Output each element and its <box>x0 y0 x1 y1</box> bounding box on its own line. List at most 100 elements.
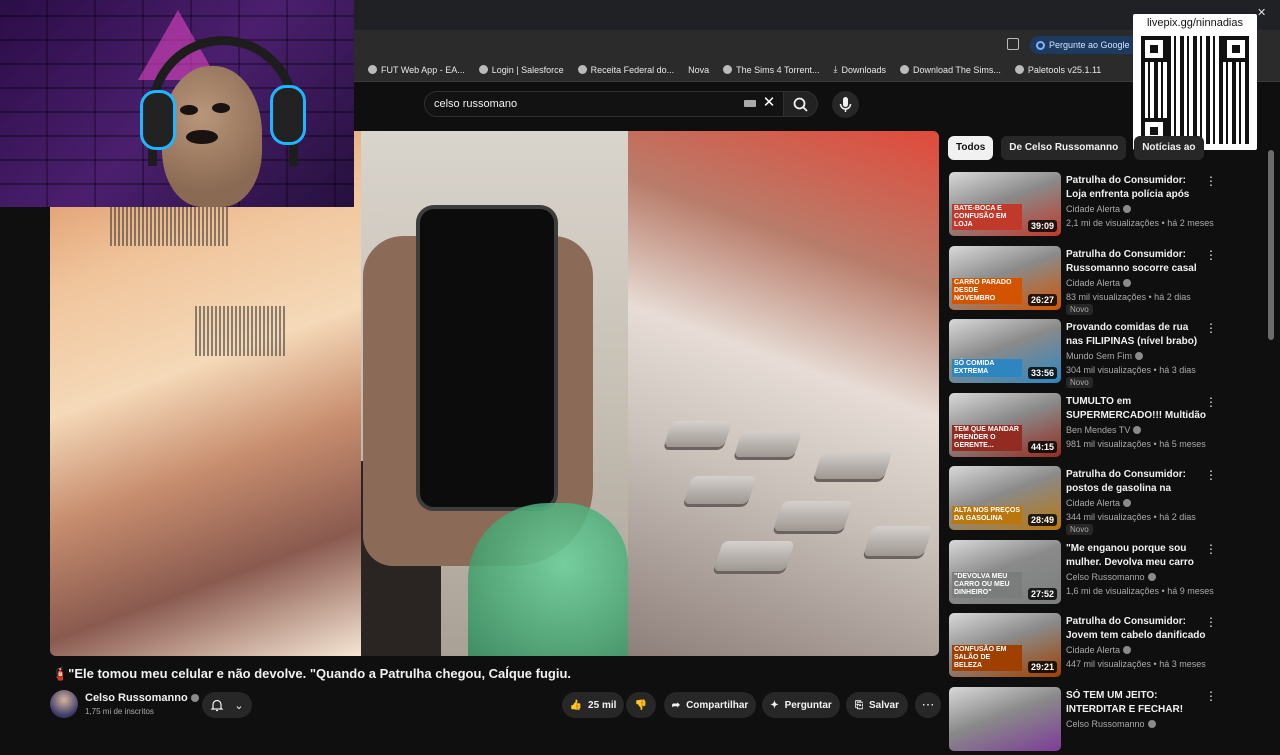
clear-search-icon[interactable]: ✕ <box>762 95 776 111</box>
livepix-url: livepix.gg/ninnadias <box>1146 17 1243 29</box>
recommendation-channel[interactable]: Cidade Alerta <box>1066 645 1132 655</box>
more-vert-icon[interactable]: ⋮ <box>1205 542 1217 556</box>
video-thumbnail[interactable] <box>949 686 1061 751</box>
recommendation-title[interactable]: "Me enganou porque sou mulher. Devolva m… <box>1066 542 1206 570</box>
dislike-button[interactable]: 👎 <box>626 692 656 718</box>
more-options-button[interactable]: ⋯ <box>915 692 941 718</box>
recommendation-item[interactable]: SÓ COMIDA EXTREMA 33:56 Provando comidas… <box>949 319 1269 388</box>
thumbnail-image <box>949 686 1061 751</box>
thumbnail-caption: "DEVOLVA MEU CARRO OU MEU DINHEIRO" <box>952 571 1022 598</box>
verified-icon <box>190 694 199 702</box>
video-thumbnail[interactable]: TEM QUE MANDAR PRENDER O GERENTE... 44:1… <box>949 392 1061 457</box>
qr-finder <box>1223 36 1249 62</box>
bookmark-label: Download The Sims... <box>913 64 1001 75</box>
like-button[interactable]: 👍 25 mil <box>562 692 624 718</box>
more-vert-icon[interactable]: ⋮ <box>1205 321 1217 335</box>
recommendation-item[interactable]: CONFUSÃO EM SALÃO DE BELEZA 29:21 Patrul… <box>949 613 1269 681</box>
recommendation-item[interactable]: "DEVOLVA MEU CARRO OU MEU DINHEIRO" 27:5… <box>949 539 1269 608</box>
recommendation-title[interactable]: Patrulha do Consumidor: Jovem tem cabelo… <box>1066 615 1206 643</box>
recommendation-channel[interactable]: Cidade Alerta <box>1066 498 1132 508</box>
chip-de-celso-russomanno[interactable]: De Celso Russomanno <box>1001 136 1127 160</box>
bookmark-item[interactable]: Paletools v25.1.11 <box>1014 64 1102 75</box>
scrollbar[interactable] <box>1268 150 1274 340</box>
bookmark-label: Receita Federal do... <box>590 64 675 75</box>
extension-icon[interactable] <box>1007 38 1019 50</box>
recommendation-item[interactable]: TEM QUE MANDAR PRENDER O GERENTE... 44:1… <box>949 392 1269 461</box>
download-icon: ⤓ <box>833 64 838 74</box>
verified-icon <box>1123 278 1132 287</box>
more-vert-icon[interactable]: ⋮ <box>1205 468 1217 482</box>
bookmark-icon <box>1014 65 1024 74</box>
bookmark-item[interactable]: Download The Sims... <box>900 65 1001 75</box>
bell-icon <box>210 699 224 712</box>
video-thumbnail[interactable]: BATE-BOCA E CONFUSÃO EM LOJA 39:09 <box>949 172 1061 236</box>
video-duration: 27:52 <box>1027 587 1057 600</box>
video-thumbnail[interactable]: CARRO PARADO DESDE NOVEMBRO 26:27 <box>949 245 1061 310</box>
bookmark-item[interactable]: ⤓ Downloads <box>834 64 887 75</box>
video-thumbnail[interactable]: CONFUSÃO EM SALÃO DE BELEZA 29:21 <box>949 613 1061 677</box>
recommendation-item[interactable]: BATE-BOCA E CONFUSÃO EM LOJA 39:09 Patru… <box>949 172 1269 240</box>
save-button[interactable]: ⎘ Salvar <box>846 692 908 718</box>
recommendation-channel-label: Cidade Alerta <box>1066 498 1121 508</box>
headphone-cup <box>140 90 176 150</box>
recommendation-meta: 981 mil visualizações • há 5 meses <box>1066 438 1206 449</box>
recommendation-channel[interactable]: Celso Russomanno <box>1066 719 1156 729</box>
recommendation-meta: 2,1 mi de visualizações • há 2 meses <box>1066 218 1214 228</box>
microphone-icon <box>839 97 852 112</box>
chip-todos[interactable]: Todos <box>948 136 994 160</box>
video-duration: 29:21 <box>1027 661 1057 673</box>
video-thumbnail[interactable]: SÓ COMIDA EXTREMA 33:56 <box>949 319 1061 383</box>
more-vert-icon[interactable]: ⋮ <box>1205 615 1217 629</box>
search-input[interactable]: celso russomano <box>424 91 784 117</box>
recommendation-item[interactable]: SÓ TEM UM JEITO: INTERDITAR E FECHAR! BL… <box>949 686 1269 755</box>
ask-google-button[interactable]: Pergunte ao Google <box>1030 36 1138 54</box>
keypad-key <box>733 431 803 457</box>
video-duration: 39:09 <box>1027 220 1057 232</box>
channel-name[interactable]: Celso Russomanno <box>85 692 199 704</box>
keyboard-icon[interactable] <box>744 100 756 107</box>
bookmark-item[interactable]: FUT Web App - EA... <box>368 65 465 75</box>
notification-bell-button[interactable]: ⌄ <box>202 692 252 718</box>
bookmark-save-icon: ⎘ <box>854 699 863 711</box>
chevron-down-icon: ⌄ <box>234 699 244 712</box>
recommendation-channel[interactable]: Celso Russomanno <box>1066 572 1156 582</box>
recommendation-title[interactable]: Patrulha do Consumidor: Loja enfrenta po… <box>1066 174 1206 202</box>
bookmark-item[interactable]: Nova <box>688 65 709 75</box>
more-vert-icon[interactable]: ⋮ <box>1205 395 1217 409</box>
recommendation-channel[interactable]: Mundo Sem Fim <box>1066 351 1144 361</box>
recommendation-channel[interactable]: Cidade Alerta <box>1066 278 1132 288</box>
bookmark-icon <box>723 65 733 74</box>
video-title: 🧯"Ele tomou meu celular e não devolve. "… <box>52 666 571 681</box>
more-vert-icon[interactable]: ⋮ <box>1205 689 1217 703</box>
video-player[interactable] <box>50 131 939 656</box>
search-button[interactable] <box>784 91 818 117</box>
verified-icon <box>1123 205 1132 213</box>
sparkle-icon: ✦ <box>770 699 779 711</box>
channel-avatar[interactable] <box>50 690 78 718</box>
video-thumbnail[interactable]: ALTA NOS PREÇOS DA GASOLINA 28:49 <box>949 466 1061 530</box>
recommendation-channel[interactable]: Cidade Alerta <box>1066 204 1132 214</box>
thumbs-up-icon: 👍 <box>569 699 583 711</box>
more-vert-icon[interactable]: ⋮ <box>1205 248 1217 262</box>
chip-noticias[interactable]: Notícias ao <box>1134 136 1204 160</box>
recommendation-title[interactable]: Patrulha do Consumidor: postos de gasoli… <box>1066 468 1206 496</box>
close-icon[interactable]: ✕ <box>1257 6 1267 19</box>
bookmark-item[interactable]: The Sims 4 Torrent... <box>723 65 820 75</box>
share-button[interactable]: ➦ Compartilhar <box>664 692 756 718</box>
recommendation-channel[interactable]: Ben Mendes TV <box>1066 425 1142 435</box>
video-thumbnail[interactable]: "DEVOLVA MEU CARRO OU MEU DINHEIRO" 27:5… <box>949 539 1061 604</box>
recommendation-title[interactable]: Patrulha do Consumidor: Russomanno socor… <box>1066 248 1206 276</box>
voice-search-button[interactable] <box>832 91 859 118</box>
bookmark-item[interactable]: Receita Federal do... <box>577 64 675 75</box>
recommendation-item[interactable]: ALTA NOS PREÇOS DA GASOLINA 28:49 Patrul… <box>949 466 1269 535</box>
recommendation-title[interactable]: Provando comidas de rua nas FILIPINAS (n… <box>1066 321 1206 349</box>
recommendation-item[interactable]: CARRO PARADO DESDE NOVEMBRO 26:27 Patrul… <box>949 245 1269 315</box>
bookmark-item[interactable]: Login | Salesforce <box>478 65 564 75</box>
more-vert-icon[interactable]: ⋮ <box>1205 174 1217 188</box>
bookmark-label: Paletools v25.1.11 <box>1027 64 1102 75</box>
recommendation-title[interactable]: TUMULTO em SUPERMERCADO!!! Multidão ... <box>1066 395 1206 423</box>
video-frame-right <box>628 131 939 656</box>
ask-button[interactable]: ✦ Perguntar <box>762 692 840 718</box>
verified-icon <box>1123 499 1132 507</box>
recommendation-title[interactable]: SÓ TEM UM JEITO: INTERDITAR E FECHAR! BL… <box>1066 689 1206 717</box>
